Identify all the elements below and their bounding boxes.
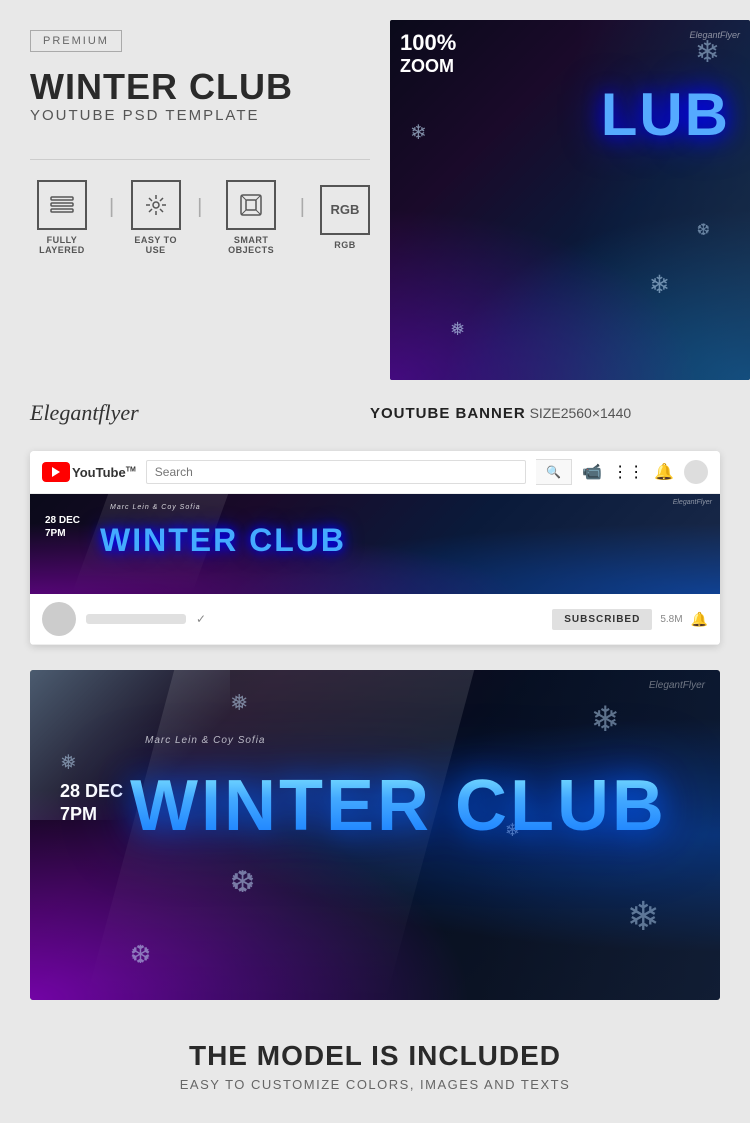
elegantflyer-logo: Elegantflyer [30, 400, 370, 426]
bottom-title: THE MODEL IS INCLUDED [30, 1040, 720, 1072]
lb-event-date: 28 DEC 7PM [60, 780, 123, 827]
preview-banner-image: ❄ ❄ ❄ ❅ ❆ 100% ZOOM LUB ElegantFlyer [390, 20, 750, 380]
youtube-mockup: YouTubeTM 🔍 📹 ⋮⋮ 🔔 Marc Lein & Coy Sofia… [30, 451, 720, 645]
youtube-logo-icon [42, 462, 70, 482]
youtube-logo-text: YouTubeTM [72, 465, 136, 480]
channel-bell-icon[interactable]: 🔔 [691, 611, 708, 628]
right-preview: ❄ ❄ ❄ ❅ ❆ 100% ZOOM LUB ElegantFlyer [390, 20, 750, 380]
banner-size: SIZE2560×1440 [530, 405, 632, 421]
lb-watermark: ElegantFlyer [649, 680, 705, 691]
channel-verified: ✓ [196, 612, 206, 626]
middle-bar: Elegantflyer YOUTUBE BANNER SIZE2560×144… [0, 380, 750, 441]
left-info: PREMIUM WINTER CLUB YOUTUBE PSD TEMPLATE… [30, 20, 370, 380]
wand-icon [131, 180, 181, 230]
youtube-navbar: YouTubeTM 🔍 📹 ⋮⋮ 🔔 [30, 451, 720, 494]
smartobj-icon [226, 180, 276, 230]
large-banner: ❄ ❅ ❄ ❆ ❄ ❅ ❆ Marc Lein & Coy Sofia 28 D… [30, 670, 720, 1000]
youtube-grid-icon: ⋮⋮ [612, 462, 644, 482]
youtube-bell-icon: 🔔 [654, 462, 674, 482]
elegantflyer-watermark-preview: ElegantFlyer [689, 30, 740, 40]
bottom-section: THE MODEL IS INCLUDED EASY TO CUSTOMIZE … [0, 1020, 750, 1122]
feature-sep-3: | [300, 196, 305, 219]
banner-type: YOUTUBE BANNER [370, 405, 526, 422]
zoom-badge: 100% ZOOM [400, 30, 456, 78]
channel-avatar [42, 602, 76, 636]
feature-label-rgb: RGB [334, 240, 356, 250]
feature-label-smart: SMART OBJECTS [217, 235, 284, 255]
subscribe-button[interactable]: SUBSCRIBED [552, 609, 652, 630]
top-section: PREMIUM WINTER CLUB YOUTUBE PSD TEMPLATE… [0, 0, 750, 380]
page-subtitle: YOUTUBE PSD TEMPLATE [30, 107, 260, 124]
feature-label-layers: FULLY LAYERED [30, 235, 94, 255]
feature-sep-1: | [109, 196, 114, 219]
premium-badge: PREMIUM [30, 30, 122, 52]
yt-banner-event-sub: Marc Lein & Coy Sofia [110, 504, 201, 511]
zoom-percent: 100% [400, 30, 456, 56]
youtube-camera-icon: 📹 [582, 462, 602, 482]
yt-banner-date: 28 DEC 7PM [45, 514, 80, 540]
lb-event-sub: Marc Lein & Coy Sofia [145, 735, 266, 746]
feature-fully-layered: FULLY LAYERED [30, 180, 94, 255]
banner-info: YOUTUBE BANNER SIZE2560×1440 [370, 405, 631, 422]
subscriber-count: 5.8M [660, 614, 682, 625]
youtube-avatar [684, 460, 708, 484]
youtube-search-button[interactable]: 🔍 [536, 459, 572, 485]
yt-banner-title: WINTER CLUB [100, 522, 346, 559]
feature-sep-2: | [197, 196, 202, 219]
subscribe-area: SUBSCRIBED 5.8M 🔔 [552, 609, 708, 630]
feature-rgb: RGB RGB [320, 185, 370, 250]
youtube-mockup-wrapper: YouTubeTM 🔍 📹 ⋮⋮ 🔔 Marc Lein & Coy Sofia… [0, 441, 750, 655]
youtube-search-input[interactable] [146, 460, 526, 484]
channel-name-bar [86, 614, 186, 624]
page-title: WINTER CLUB [30, 67, 293, 107]
divider [30, 159, 370, 160]
youtube-nav-icons: 📹 ⋮⋮ 🔔 [582, 460, 708, 484]
youtube-banner: Marc Lein & Coy Sofia 28 DEC 7PM WINTER … [30, 494, 720, 594]
features-row: FULLY LAYERED | [30, 180, 370, 255]
bottom-subtitle: EASY TO CUSTOMIZE COLORS, IMAGES AND TEX… [30, 1077, 720, 1092]
feature-smart-objects: SMART OBJECTS [217, 180, 284, 255]
rgb-icon: RGB [320, 185, 370, 235]
feature-label-easy: EASY TO USE [129, 235, 182, 255]
feature-easy-to-use: EASY TO USE [129, 180, 182, 255]
layers-icon [37, 180, 87, 230]
preview-club-text: LUB [601, 80, 730, 149]
lb-event-title: WINTER CLUB [130, 765, 667, 847]
large-banner-wrapper: ❄ ❅ ❄ ❆ ❄ ❅ ❆ Marc Lein & Coy Sofia 28 D… [0, 655, 750, 1020]
youtube-channel-bar: ✓ SUBSCRIBED 5.8M 🔔 [30, 594, 720, 645]
zoom-label: ZOOM [400, 56, 456, 78]
youtube-logo: YouTubeTM [42, 462, 136, 482]
yt-banner-watermark: ElegantFlyer [673, 499, 712, 506]
